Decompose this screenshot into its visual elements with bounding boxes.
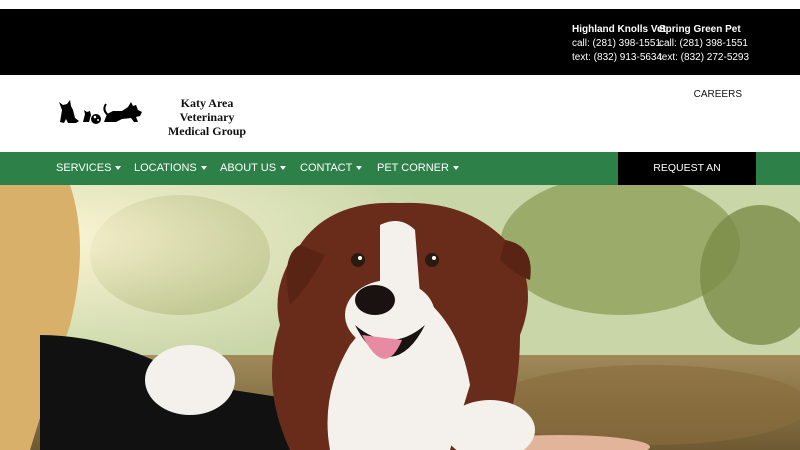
contact-topbar: Highland Knolls Vet call: (281) 398-1551… xyxy=(0,9,800,75)
nav-label: SERVICES xyxy=(56,162,112,174)
logo-text: Katy Area Veterinary Medical Group xyxy=(152,96,262,138)
location-name: Highland Knolls Vet xyxy=(572,24,666,35)
location-call[interactable]: call: (281) 398-1551 xyxy=(659,37,749,51)
nav-services[interactable]: SERVICES xyxy=(56,152,122,185)
chevron-down-icon xyxy=(356,166,363,171)
location-text[interactable]: text: (832) 272-5293 xyxy=(659,51,749,65)
nav-contact[interactable]: CONTACT xyxy=(300,152,363,185)
nav-label: CONTACT xyxy=(300,162,353,174)
site-logo[interactable]: Katy Area Veterinary Medical Group xyxy=(56,88,266,138)
nav-label: LOCATIONS xyxy=(134,162,197,174)
request-appointment-button[interactable]: REQUEST AN APPOINTMENT xyxy=(618,152,756,207)
nav-label: ABOUT US xyxy=(220,162,277,174)
top-white-strip xyxy=(0,0,800,9)
location-call[interactable]: call: (281) 398-1551 xyxy=(572,37,666,51)
location-text[interactable]: text: (832) 913-5634 xyxy=(572,51,666,65)
location-highland-knolls: Highland Knolls Vet call: (281) 398-1551… xyxy=(572,23,666,65)
nav-locations[interactable]: LOCATIONS xyxy=(134,152,207,185)
logo-line1: Katy Area Veterinary xyxy=(179,96,235,124)
logo-line2: Medical Group xyxy=(167,124,247,138)
nav-label: PET CORNER xyxy=(377,162,449,174)
chevron-down-icon xyxy=(200,166,207,171)
hero-illustration xyxy=(0,185,800,450)
pet-silhouette-logo-icon xyxy=(59,100,142,124)
location-name: Spring Green Pet xyxy=(659,24,741,35)
chevron-down-icon xyxy=(115,166,122,171)
nav-pet-corner[interactable]: PET CORNER xyxy=(377,152,459,185)
hero-image xyxy=(0,185,800,450)
site-header: Katy Area Veterinary Medical Group CAREE… xyxy=(0,75,800,152)
chevron-down-icon xyxy=(452,166,459,171)
nav-about-us[interactable]: ABOUT US xyxy=(220,152,287,185)
location-spring-green: Spring Green Pet call: (281) 398-1551 te… xyxy=(659,23,749,65)
careers-link[interactable]: CAREERS xyxy=(694,89,742,100)
chevron-down-icon xyxy=(280,166,287,171)
